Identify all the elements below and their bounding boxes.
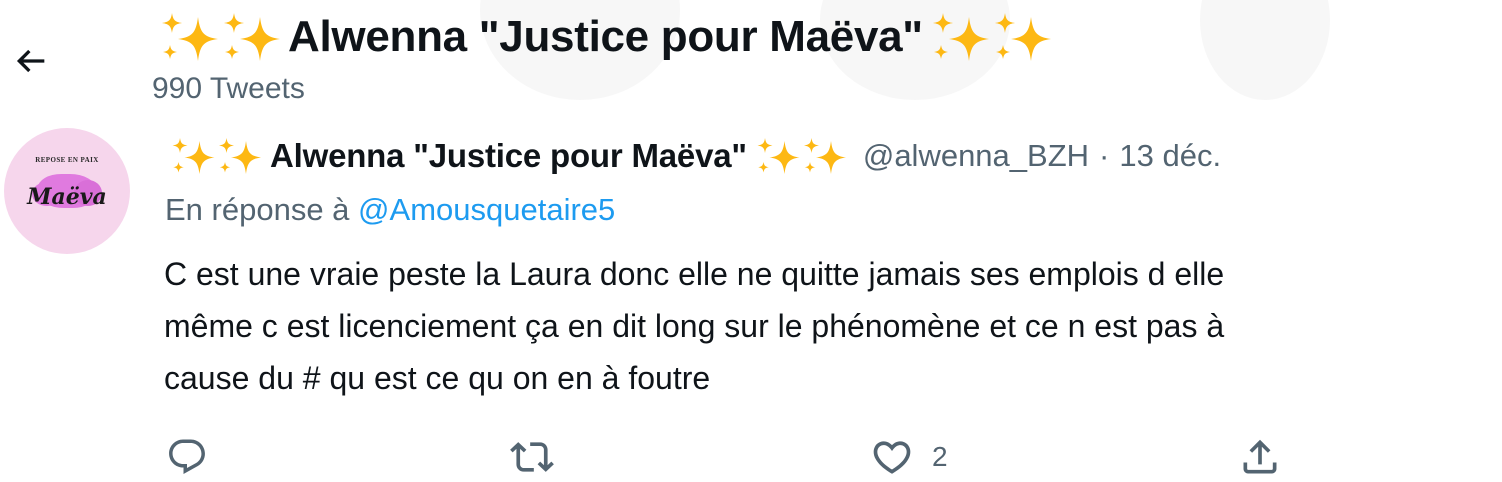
page-title: Alwenna "Justice pour Maëva" (288, 12, 923, 61)
reply-mention-link[interactable]: @Amousquetaire5 (358, 192, 615, 227)
tweet-text-line: C est une vraie peste la Laura donc elle… (164, 256, 1225, 292)
avatar-name-text: Maëva (27, 184, 107, 210)
share-button[interactable] (1238, 432, 1282, 482)
tweet-author-handle[interactable]: @alwenna_BZH (863, 138, 1089, 174)
like-icon (873, 441, 911, 474)
tweet-actions: 2 (160, 432, 1300, 482)
tweet-text-line: cause du # qu est ce qu on en à foutre (164, 360, 711, 396)
tweet-text-line: même c est licenciement ça en dit long s… (164, 308, 1225, 344)
sparkles-icon (753, 135, 849, 177)
meta-separator: · (1099, 138, 1110, 173)
tweet-header: Alwenna "Justice pour Maëva" @alwenna_BZ… (168, 130, 1221, 182)
reply-context: En réponse à @Amousquetaire5 (165, 192, 615, 228)
back-arrow-icon (16, 49, 45, 73)
avatar[interactable]: REPOSE EN PAIX Maëva (4, 128, 130, 254)
sparkles-icon (158, 9, 282, 65)
tweet-body: C est une vraie peste la Laura donc elle… (164, 248, 1484, 404)
avatar-caption: REPOSE EN PAIX (35, 156, 99, 164)
reply-prefix: En réponse à (165, 192, 350, 227)
retweet-button[interactable] (510, 432, 554, 482)
profile-title-row: Alwenna "Justice pour Maëva" (158, 6, 1053, 68)
sparkles-icon (168, 135, 264, 177)
tweet-count: 990 Tweets (152, 72, 305, 105)
reply-icon (169, 439, 205, 474)
profile-header: Alwenna "Justice pour Maëva" 990 Tweets (0, 0, 1502, 118)
tweet-timestamp[interactable]: 13 déc. (1119, 138, 1221, 174)
like-button[interactable]: 2 (870, 432, 948, 482)
share-icon (1243, 439, 1277, 474)
tweet-author-name[interactable]: Alwenna "Justice pour Maëva" (270, 137, 747, 175)
like-count: 2 (932, 441, 948, 472)
sparkles-icon (929, 9, 1053, 65)
retweet-icon (510, 442, 554, 472)
reply-button[interactable] (166, 432, 208, 482)
back-button[interactable] (8, 38, 54, 84)
